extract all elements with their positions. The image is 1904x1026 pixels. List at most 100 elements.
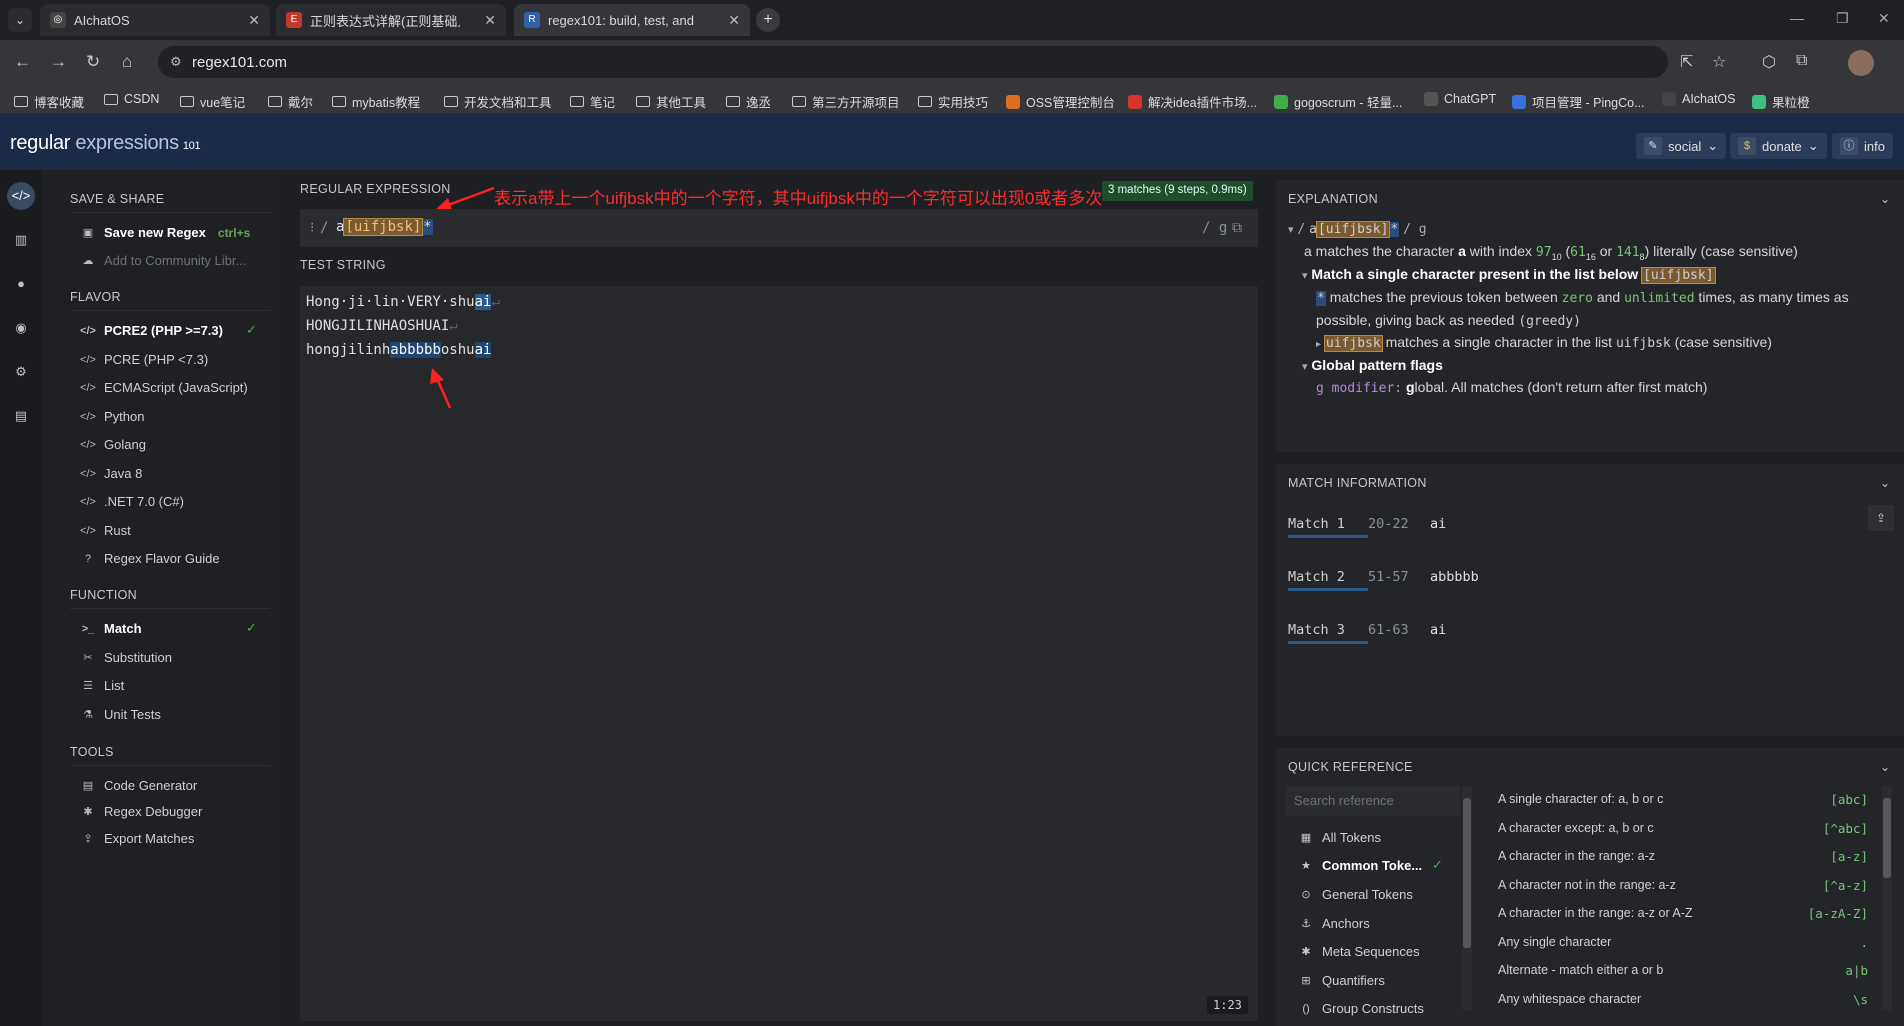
ref-category[interactable]: ▦ All Tokens xyxy=(1298,830,1381,845)
function-match[interactable]: >_ Match xyxy=(80,621,142,636)
tab-search-chevron-icon[interactable]: ⌄ xyxy=(8,8,32,32)
bookmark-folder[interactable]: 第三方开源项目 xyxy=(792,92,900,111)
close-icon[interactable]: ✕ xyxy=(484,12,496,29)
restore-icon[interactable]: ❐ xyxy=(1836,10,1849,27)
flavor-rust[interactable]: </> Rust xyxy=(80,523,131,538)
tab-regex-doc[interactable]: E 正则表达式详解(正则基础入门 ✕ xyxy=(276,4,506,36)
site-info-icon[interactable]: ⚙ xyxy=(170,54,182,70)
flavor-golang[interactable]: </> Golang xyxy=(80,437,146,452)
ref-category[interactable]: ⊞ Quantifiers xyxy=(1298,973,1384,988)
ref-category[interactable]: ⚓ Anchors xyxy=(1298,916,1370,931)
flavor-ecmascript[interactable]: </> ECMAScript (JavaScript) xyxy=(80,380,248,395)
forward-icon[interactable]: → xyxy=(50,52,67,72)
close-icon[interactable]: ✕ xyxy=(728,12,740,29)
profile-avatar[interactable] xyxy=(1848,50,1874,76)
info-button[interactable]: ⓘ info xyxy=(1832,133,1893,159)
tab-aichatos[interactable]: ◎ AIchatOS ✕ xyxy=(40,4,270,36)
bookmark-folder[interactable]: 开发文档和工具 xyxy=(444,92,552,111)
bookmark-guolicheng[interactable]: 果粒橙 xyxy=(1752,92,1810,111)
bookmark-folder[interactable]: 其他工具 xyxy=(636,92,706,111)
close-icon[interactable]: ✕ xyxy=(248,12,260,29)
ref-category[interactable]: () Group Constructs xyxy=(1298,1001,1424,1016)
chevron-down-icon[interactable]: ⌄ xyxy=(1880,476,1890,490)
home-icon[interactable]: ⌂ xyxy=(122,52,132,72)
function-unit-tests[interactable]: ⚗ Unit Tests xyxy=(80,707,161,722)
extension-icon[interactable]: ⬡ xyxy=(1762,52,1776,72)
bookmark-pingcode[interactable]: 项目管理 - PingCo... xyxy=(1512,92,1645,111)
puzzle-icon[interactable]: ⧉ xyxy=(1796,52,1807,70)
ref-token[interactable]: [a-zA-Z] xyxy=(1808,906,1868,921)
category-scrollbar[interactable] xyxy=(1462,786,1472,1010)
flavor-python[interactable]: </> Python xyxy=(80,409,144,424)
ref-token[interactable]: a|b xyxy=(1845,963,1868,978)
chevron-down-icon[interactable]: ⌄ xyxy=(1880,192,1890,206)
bookmark-folder[interactable]: 笔记 xyxy=(570,92,615,111)
bookmark-idea[interactable]: 解决idea插件市场... xyxy=(1128,92,1257,111)
ref-category[interactable]: ⊙ General Tokens xyxy=(1298,887,1412,902)
ref-token[interactable]: [a-z] xyxy=(1830,849,1868,864)
back-icon[interactable]: ← xyxy=(14,52,31,72)
bookmark-folder[interactable]: CSDN xyxy=(104,92,159,106)
copy-icon[interactable]: ⧉ xyxy=(1232,220,1242,236)
url-input[interactable]: ⚙ regex101.com xyxy=(158,46,1668,78)
code-icon[interactable]: </> xyxy=(7,182,35,210)
ref-category[interactable]: ★ Common Toke... xyxy=(1298,858,1422,873)
bookmark-star-icon[interactable]: ☆ xyxy=(1712,52,1726,72)
tool-export-matches[interactable]: ⇪ Export Matches xyxy=(80,831,194,846)
settings-icon[interactable]: ⚙ xyxy=(7,358,35,386)
reference-search-input[interactable]: Search reference xyxy=(1286,786,1460,816)
add-community-button[interactable]: ☁ Add to Community Libr... xyxy=(80,253,247,268)
bookmark-aichatos[interactable]: AIchatOS xyxy=(1662,92,1736,106)
caret-right-icon[interactable]: ▸ xyxy=(1316,339,1321,350)
bookmark-chatgpt[interactable]: ChatGPT xyxy=(1424,92,1496,106)
flavor-java[interactable]: </> Java 8 xyxy=(80,466,142,481)
bookmark-folder[interactable]: vue笔记 xyxy=(180,92,245,111)
function-substitution[interactable]: ✂ Substitution xyxy=(80,650,172,665)
bookmark-folder[interactable]: 戴尔 xyxy=(268,92,313,111)
minimize-icon[interactable]: — xyxy=(1790,10,1804,26)
reload-icon[interactable]: ↻ xyxy=(86,52,100,72)
ref-category[interactable]: ✱ Meta Sequences xyxy=(1298,944,1419,959)
chat-icon[interactable]: ▤ xyxy=(7,402,35,430)
regex-input[interactable]: ⁝ / a[uifjbsk] * / g ⧉ xyxy=(300,209,1258,247)
flavor-guide-link[interactable]: ? Regex Flavor Guide xyxy=(80,551,220,566)
flavor-pcre[interactable]: </> PCRE (PHP <7.3) xyxy=(80,352,208,367)
reference-scrollbar[interactable] xyxy=(1882,786,1892,1010)
scroll-thumb[interactable] xyxy=(1883,798,1891,878)
caret-down-icon[interactable]: ▾ xyxy=(1288,224,1294,236)
flavor-pcre2[interactable]: </> PCRE2 (PHP >=7.3) xyxy=(80,323,223,338)
tab-regex101[interactable]: R regex101: build, test, and de ✕ xyxy=(514,4,750,36)
tool-code-generator[interactable]: ▤ Code Generator xyxy=(80,778,197,793)
scroll-thumb[interactable] xyxy=(1463,798,1471,948)
bookmark-folder[interactable]: 逸丞 xyxy=(726,92,771,111)
bookmark-folder[interactable]: 实用技巧 xyxy=(918,92,988,111)
tool-regex-debugger[interactable]: ✱ Regex Debugger xyxy=(80,804,202,819)
donate-button[interactable]: $ donate ⌄ xyxy=(1730,133,1827,159)
bookmark-folder[interactable]: 博客收藏 xyxy=(14,92,84,111)
share-icon[interactable]: ⇪ xyxy=(1868,505,1894,531)
close-window-icon[interactable]: ✕ xyxy=(1878,10,1890,27)
ref-token[interactable]: . xyxy=(1860,935,1868,950)
new-tab-button[interactable]: + xyxy=(756,8,780,32)
ref-token[interactable]: \s xyxy=(1853,992,1868,1007)
site-logo[interactable]: regular expressions 101 xyxy=(10,132,201,155)
save-regex-button[interactable]: ▣ Save new Regex ctrl+s xyxy=(80,225,250,240)
bookmark-gogoscrum[interactable]: gogoscrum - 轻量... xyxy=(1274,92,1402,111)
chevron-down-icon[interactable]: ⌄ xyxy=(1880,760,1890,774)
regex-flags[interactable]: / g xyxy=(1202,220,1227,236)
bookmark-oss[interactable]: OSS管理控制台 xyxy=(1006,92,1115,111)
ref-token[interactable]: [^abc] xyxy=(1823,821,1868,836)
ref-token[interactable]: [^a-z] xyxy=(1823,878,1868,893)
drag-handle-icon[interactable]: ⁝ xyxy=(310,220,314,236)
function-list[interactable]: ☰ List xyxy=(80,678,124,693)
social-button[interactable]: ✎ social ⌄ xyxy=(1636,133,1727,159)
match-row[interactable]: Match 1 20-22 ai xyxy=(1288,516,1446,538)
caret-down-icon[interactable]: ▾ xyxy=(1302,270,1308,282)
gamepad-icon[interactable]: ◉ xyxy=(7,314,35,342)
install-icon[interactable]: ⇱ xyxy=(1680,52,1693,72)
match-row[interactable]: Match 2 51-57 abbbbb xyxy=(1288,569,1479,591)
user-icon[interactable]: ● xyxy=(7,270,35,298)
bookmark-folder[interactable]: mybatis教程 xyxy=(332,92,420,111)
library-icon[interactable]: ▥ xyxy=(7,226,35,254)
match-row[interactable]: Match 3 61-63 ai xyxy=(1288,622,1446,644)
